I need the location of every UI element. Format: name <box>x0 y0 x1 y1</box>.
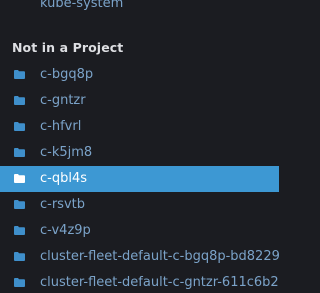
namespace-label: c-k5jm8 <box>40 145 93 160</box>
namespace-item[interactable]: c-k5jm8 <box>0 140 279 166</box>
namespace-item[interactable]: c-gntzr <box>0 88 279 114</box>
folder-icon <box>14 200 25 209</box>
folder-icon <box>14 252 25 261</box>
namespace-list: c-bgq8p c-gntzr c-hfvrl c-k5jm8 c-qbl4s c-rsv… <box>0 62 279 293</box>
namespace-label: cluster-fleet-default-c-gntzr-611c6b2 <box>40 275 279 290</box>
namespace-item[interactable]: c-rsvtb <box>0 192 279 218</box>
namespace-item[interactable]: cluster-fleet-default-c-bgq8p-bd8229 <box>0 244 279 270</box>
namespace-label: c-qbl4s <box>40 171 87 186</box>
folder-icon <box>14 122 25 131</box>
section-header-not-in-project: Not in a Project <box>12 40 124 55</box>
namespace-item[interactable]: c-hfvrl <box>0 114 279 140</box>
folder-icon <box>14 174 25 183</box>
namespace-label: c-bgq8p <box>40 67 94 82</box>
namespace-label: kube-system <box>40 0 124 11</box>
namespace-label: cluster-fleet-default-c-bgq8p-bd8229 <box>40 249 279 264</box>
namespace-item[interactable]: c-v4z9p <box>0 218 279 244</box>
namespace-item-kube-system[interactable]: kube-system <box>0 0 279 16</box>
folder-icon <box>14 96 25 105</box>
namespace-item[interactable]: c-bgq8p <box>0 62 279 88</box>
namespace-label: c-v4z9p <box>40 223 91 238</box>
namespace-label: c-rsvtb <box>40 197 85 212</box>
folder-icon <box>14 70 25 79</box>
namespace-label: c-hfvrl <box>40 119 82 134</box>
namespace-item[interactable]: c-qbl4s <box>0 166 279 192</box>
folder-icon <box>14 148 25 157</box>
folder-icon <box>14 278 25 287</box>
namespace-item[interactable]: cluster-fleet-default-c-gntzr-611c6b2 <box>0 270 279 293</box>
namespace-label: c-gntzr <box>40 93 86 108</box>
namespace-panel: kube-system Not in a Project c-bgq8p c-gn… <box>0 0 279 293</box>
folder-icon <box>14 226 25 235</box>
